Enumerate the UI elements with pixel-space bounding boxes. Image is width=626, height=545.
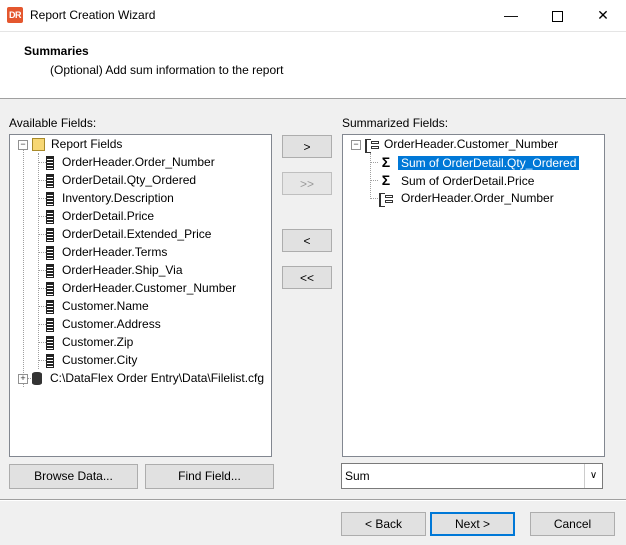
chevron-down-icon[interactable]: ∨ <box>584 464 602 488</box>
minimize-icon: — <box>504 7 518 23</box>
field-icon <box>46 299 54 314</box>
title-bar: DR Report Creation Wizard — ✕ <box>0 0 626 32</box>
summary-item-selected[interactable]: Σ Sum of OrderDetail.Qty_Ordered <box>379 153 580 171</box>
field-icon <box>46 191 54 206</box>
field-item[interactable]: Inventory.Description <box>46 189 174 207</box>
expand-icon[interactable]: + <box>18 374 28 384</box>
field-icon <box>46 227 54 242</box>
field-icon <box>46 281 54 296</box>
summarized-fields-label: Summarized Fields: <box>342 116 449 130</box>
field-item[interactable]: OrderHeader.Order_Number <box>46 153 215 171</box>
close-button[interactable]: ✕ <box>580 0 626 31</box>
footer-divider <box>0 499 626 501</box>
group-item[interactable]: OrderHeader.Customer_Number <box>365 135 558 153</box>
field-icon <box>46 335 54 350</box>
field-icon <box>46 155 54 170</box>
field-icon <box>46 245 54 260</box>
group-icon <box>365 138 379 153</box>
page-subtitle: (Optional) Add sum information to the re… <box>50 63 284 77</box>
database-icon <box>32 372 42 386</box>
add-all-fields-button[interactable]: >> <box>282 172 332 195</box>
available-fields-label: Available Fields: <box>9 116 97 130</box>
cancel-button[interactable]: Cancel <box>530 512 615 536</box>
field-item[interactable]: Customer.Zip <box>46 333 133 351</box>
window-title: Report Creation Wizard <box>30 8 156 22</box>
field-item[interactable]: OrderHeader.Terms <box>46 243 167 261</box>
subgroup-item[interactable]: OrderHeader.Order_Number <box>379 189 557 207</box>
add-field-button[interactable]: > <box>282 135 332 158</box>
remove-all-fields-button[interactable]: << <box>282 266 332 289</box>
page-title: Summaries <box>24 44 89 58</box>
maximize-button[interactable] <box>534 0 580 31</box>
field-item[interactable]: OrderDetail.Qty_Ordered <box>46 171 196 189</box>
report-fields-icon <box>32 138 45 152</box>
collapse-icon[interactable]: − <box>351 140 361 150</box>
field-item[interactable]: OrderHeader.Ship_Via <box>46 261 183 279</box>
field-item[interactable]: Customer.City <box>46 351 137 369</box>
group-icon <box>379 192 393 207</box>
field-icon <box>46 353 54 368</box>
back-button[interactable]: < Back <box>341 512 426 536</box>
field-icon <box>46 173 54 188</box>
close-icon: ✕ <box>597 7 609 23</box>
tree-root-report-fields[interactable]: Report Fields <box>32 135 122 153</box>
summary-type-select[interactable]: Sum ∨ <box>341 463 603 489</box>
summarized-fields-tree[interactable]: − OrderHeader.Customer_Number Σ Sum of Or… <box>342 134 605 457</box>
collapse-icon[interactable]: − <box>18 140 28 150</box>
next-button[interactable]: Next > <box>430 512 515 536</box>
field-icon <box>46 317 54 332</box>
browse-data-button[interactable]: Browse Data... <box>9 464 138 489</box>
sigma-icon: Σ <box>381 172 391 188</box>
app-icon: DR <box>7 7 23 23</box>
field-item[interactable]: Customer.Name <box>46 297 149 315</box>
field-item[interactable]: OrderDetail.Price <box>46 207 154 225</box>
available-fields-tree[interactable]: − Report Fields OrderHeader.Order_Number… <box>9 134 272 457</box>
summary-type-value: Sum <box>345 469 370 483</box>
field-item[interactable]: OrderDetail.Extended_Price <box>46 225 211 243</box>
summary-item[interactable]: Σ Sum of OrderDetail.Price <box>379 171 537 189</box>
wizard-header: Summaries (Optional) Add sum information… <box>0 32 626 99</box>
sigma-icon: Σ <box>381 154 391 170</box>
find-field-button[interactable]: Find Field... <box>145 464 274 489</box>
field-icon <box>46 209 54 224</box>
minimize-button[interactable]: — <box>488 0 534 31</box>
field-icon <box>46 263 54 278</box>
maximize-icon <box>551 10 563 22</box>
field-item[interactable]: Customer.Address <box>46 315 161 333</box>
remove-field-button[interactable]: < <box>282 229 332 252</box>
field-item[interactable]: OrderHeader.Customer_Number <box>46 279 236 297</box>
tree-root-filelist[interactable]: C:\DataFlex Order Entry\Data\Filelist.cf… <box>32 369 264 387</box>
